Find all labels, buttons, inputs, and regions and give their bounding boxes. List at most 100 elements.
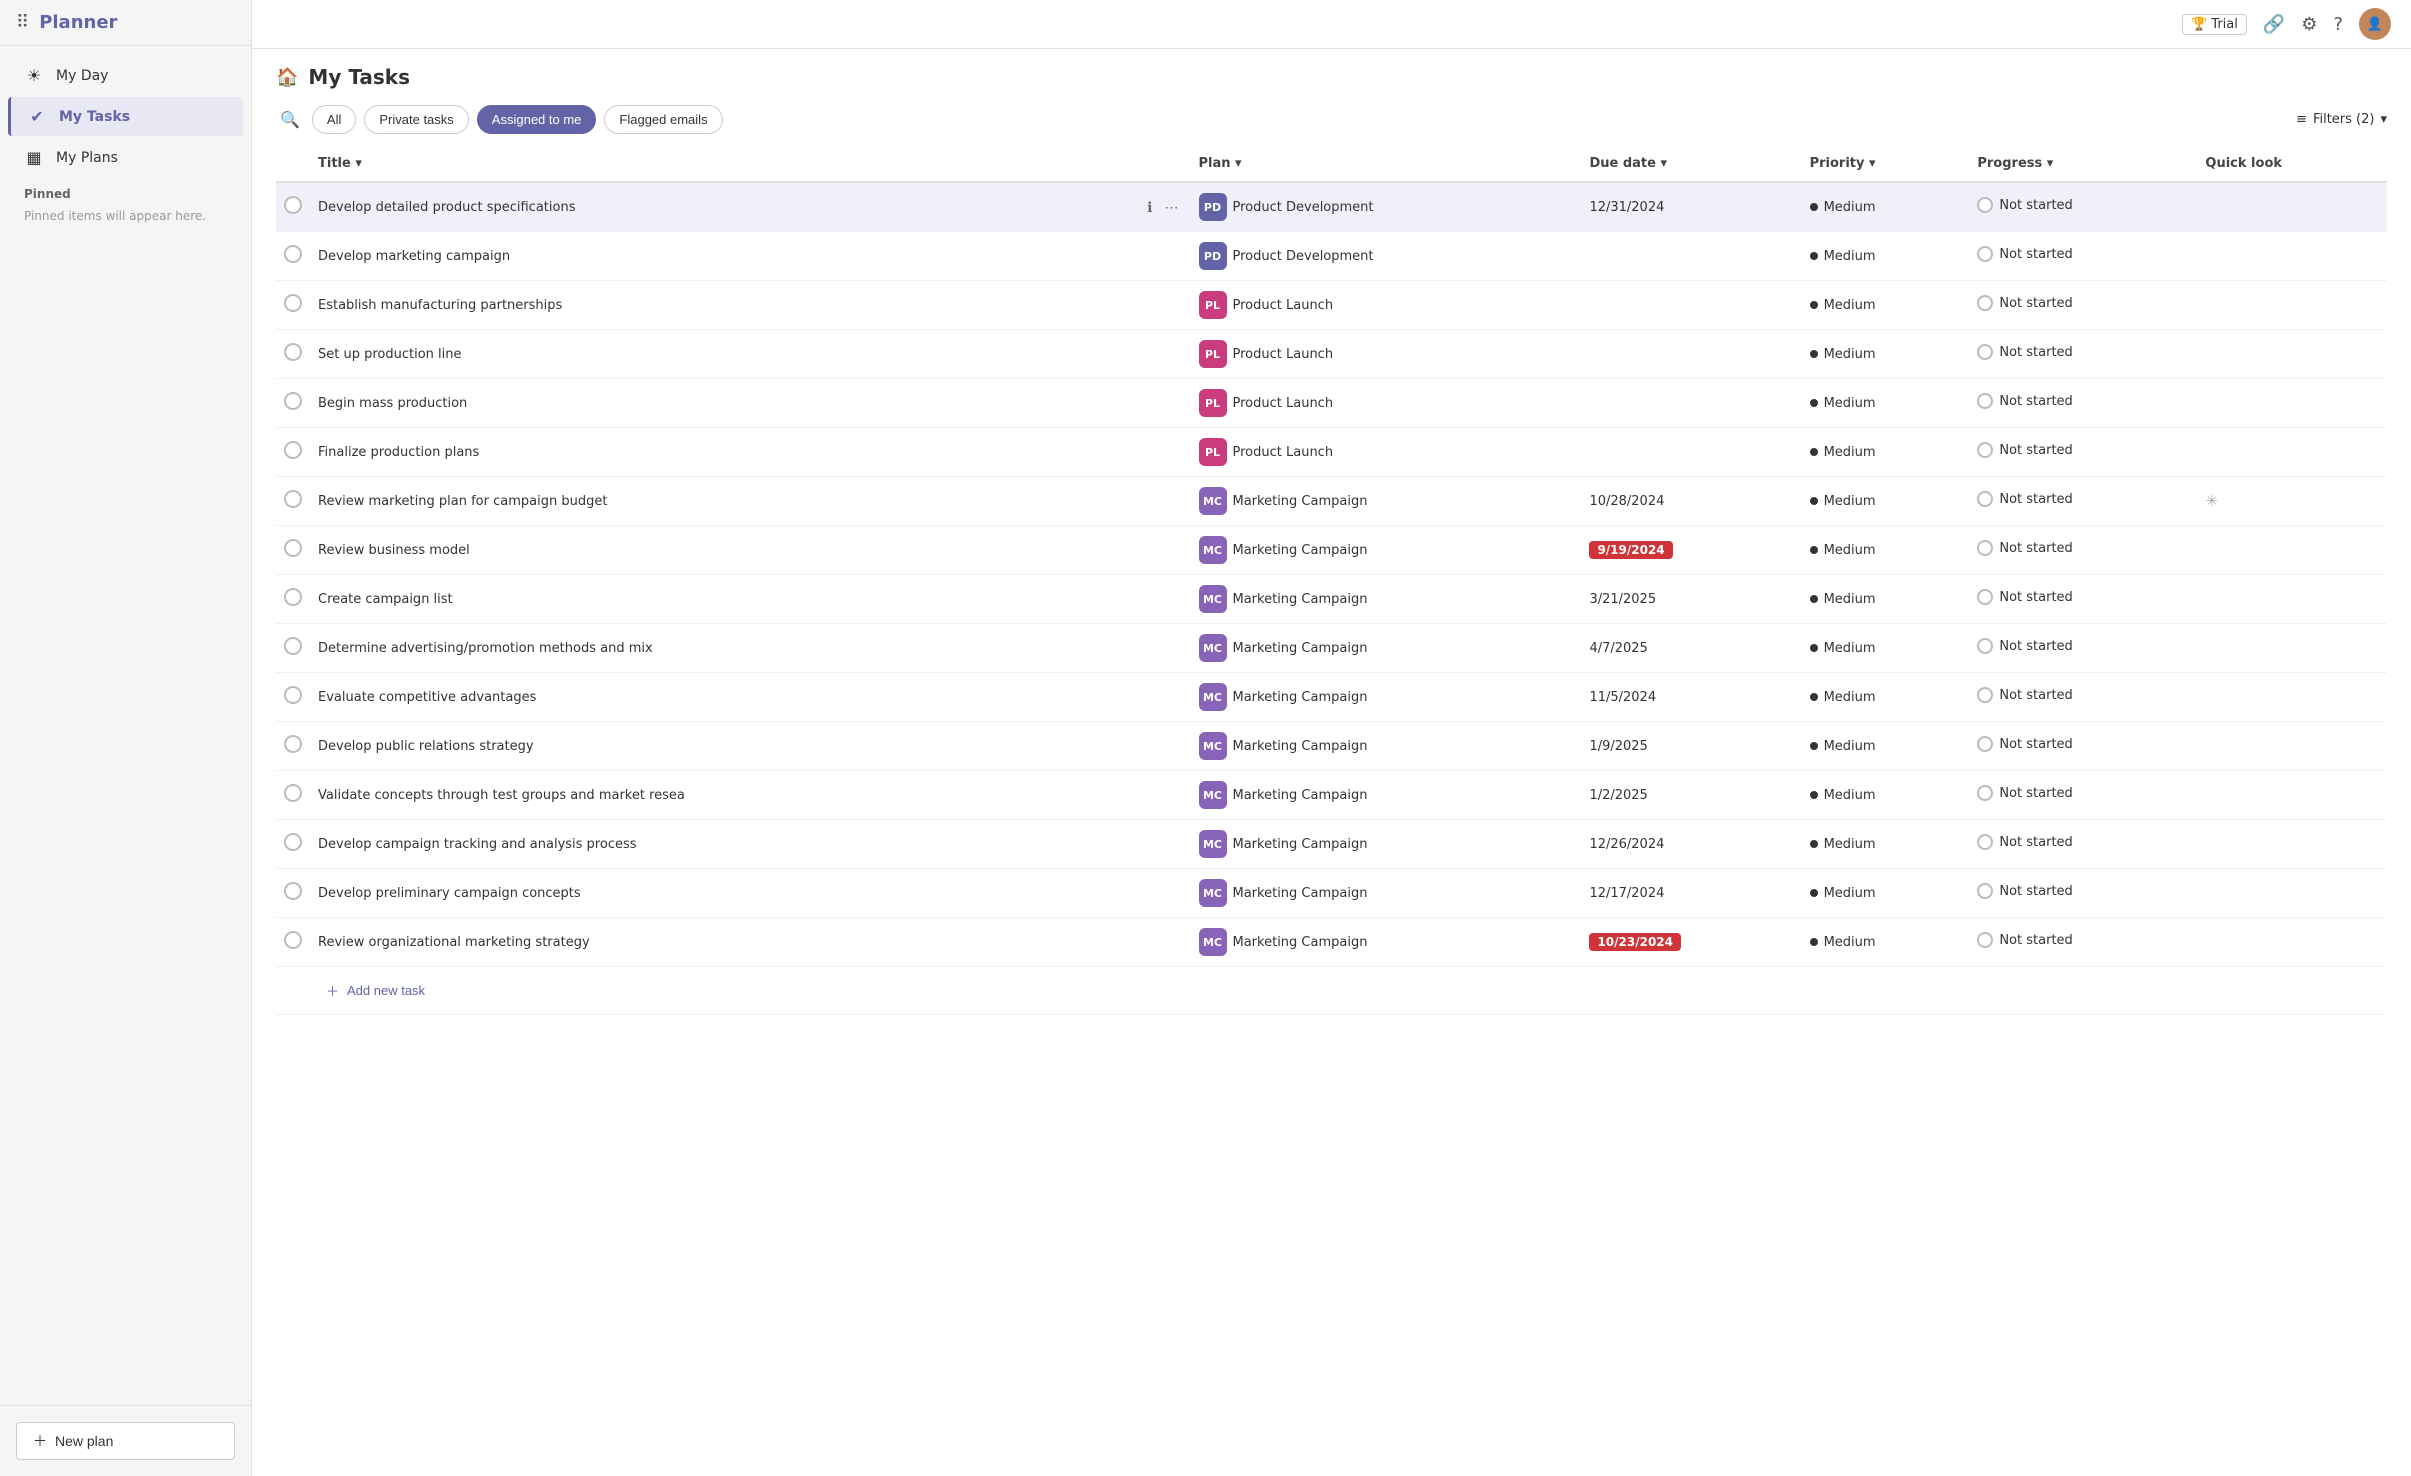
th-plan[interactable]: Plan ▾ <box>1191 146 1582 182</box>
priority-cell: Medium <box>1802 575 1970 624</box>
trial-badge[interactable]: 🏆 Trial <box>2182 14 2247 35</box>
filter-private-tasks-button[interactable]: Private tasks <box>364 105 468 134</box>
plan-label: Marketing Campaign <box>1233 592 1368 607</box>
th-title[interactable]: Title ▾ <box>310 146 1191 182</box>
task-checkbox[interactable] <box>284 392 302 410</box>
plan-label: Marketing Campaign <box>1233 641 1368 656</box>
overdue-badge: 9/19/2024 <box>1589 541 1672 559</box>
progress-icon <box>1977 393 1993 409</box>
th-progress[interactable]: Progress ▾ <box>1969 146 2197 182</box>
priority-dot <box>1810 938 1818 946</box>
plus-icon: ＋ <box>326 981 339 1000</box>
plan-label: Marketing Campaign <box>1233 886 1368 901</box>
progress-label: Not started <box>1999 688 2072 703</box>
priority-dot <box>1810 840 1818 848</box>
plan-label: Marketing Campaign <box>1233 739 1368 754</box>
due-date-cell: 1/2/2025 <box>1581 771 1801 820</box>
task-title: Develop public relations strategy <box>318 739 1135 754</box>
info-button[interactable]: ℹ <box>1143 197 1156 218</box>
progress-label: Not started <box>1999 884 2072 899</box>
due-date-cell: 9/19/2024 <box>1581 526 1801 575</box>
sidebar-item-my-day[interactable]: ☀ My Day <box>8 56 243 95</box>
priority-label: Medium <box>1824 592 1876 607</box>
quick-look-icon[interactable]: ✳ <box>2205 492 2218 510</box>
task-title: Establish manufacturing partnerships <box>318 298 1135 313</box>
settings-icon[interactable]: ⚙ <box>2301 14 2317 35</box>
progress-icon <box>1977 736 1993 752</box>
plan-label: Product Launch <box>1233 298 1334 313</box>
sidebar-item-label: My Plans <box>56 150 118 166</box>
task-checkbox[interactable] <box>284 539 302 557</box>
sidebar-item-my-tasks[interactable]: ✔ My Tasks <box>8 97 243 136</box>
task-title: Develop campaign tracking and analysis p… <box>318 837 1135 852</box>
priority-label: Medium <box>1824 935 1876 950</box>
priority-dot <box>1810 350 1818 358</box>
plan-cell: MCMarketing Campaign <box>1199 781 1574 809</box>
filter-assigned-to-me-button[interactable]: Assigned to me <box>477 105 597 134</box>
progress-icon <box>1977 932 1993 948</box>
quick-look-cell <box>2197 182 2387 232</box>
quick-look-cell <box>2197 526 2387 575</box>
filter-funnel-icon: ≡ <box>2296 112 2307 127</box>
plan-label: Product Development <box>1233 249 1374 264</box>
progress-label: Not started <box>1999 345 2072 360</box>
task-checkbox[interactable] <box>284 588 302 606</box>
table-row: Review organizational marketing strategy… <box>276 918 2387 967</box>
search-button[interactable]: 🔍 <box>276 106 304 134</box>
task-checkbox[interactable] <box>284 637 302 655</box>
task-checkbox[interactable] <box>284 294 302 312</box>
help-icon[interactable]: ? <box>2333 14 2343 35</box>
task-checkbox[interactable] <box>284 490 302 508</box>
priority-label: Medium <box>1824 690 1876 705</box>
overdue-badge: 10/23/2024 <box>1589 933 1681 951</box>
filters-dropdown[interactable]: ≡ Filters (2) ▾ <box>2296 112 2387 127</box>
th-priority[interactable]: Priority ▾ <box>1802 146 1970 182</box>
filter-all-button[interactable]: All <box>312 105 356 134</box>
progress-cell: Not started <box>1969 771 2197 820</box>
pinned-empty-info: Pinned items will appear here. <box>0 205 251 227</box>
avatar[interactable]: 👤 <box>2359 8 2391 40</box>
th-due-date[interactable]: Due date ▾ <box>1581 146 1801 182</box>
progress-icon <box>1977 540 1993 556</box>
plan-badge: MC <box>1199 830 1227 858</box>
priority-label: Medium <box>1824 641 1876 656</box>
filter-flagged-emails-button[interactable]: Flagged emails <box>604 105 722 134</box>
sidebar-item-label: My Tasks <box>59 109 130 125</box>
plan-label: Product Launch <box>1233 347 1334 362</box>
progress-cell: Not started <box>1969 330 2197 379</box>
task-checkbox[interactable] <box>284 833 302 851</box>
my-tasks-icon: 🏠 <box>276 67 298 88</box>
sidebar-nav: ☀ My Day ✔ My Tasks ▦ My Plans Pinned Pi… <box>0 46 251 1405</box>
plan-cell: MCMarketing Campaign <box>1199 732 1574 760</box>
more-button[interactable]: ⋯ <box>1161 197 1183 218</box>
task-checkbox[interactable] <box>284 441 302 459</box>
share-icon[interactable]: 🔗 <box>2263 14 2285 35</box>
quick-look-cell <box>2197 281 2387 330</box>
plan-badge: PD <box>1199 193 1227 221</box>
plan-badge: MC <box>1199 781 1227 809</box>
priority-label: Medium <box>1824 298 1876 313</box>
task-table-container[interactable]: Title ▾ Plan ▾ Due date ▾ Priority ▾ Pro… <box>252 146 2411 1476</box>
filter-bar: 🔍 All Private tasks Assigned to me Flagg… <box>252 97 2411 146</box>
sidebar-item-my-plans[interactable]: ▦ My Plans <box>8 138 243 177</box>
task-checkbox[interactable] <box>284 735 302 753</box>
task-checkbox[interactable] <box>284 686 302 704</box>
task-checkbox[interactable] <box>284 343 302 361</box>
sidebar-bottom: ＋ New plan <box>0 1405 251 1476</box>
priority-label: Medium <box>1824 543 1876 558</box>
plan-cell: PDProduct Development <box>1199 242 1574 270</box>
add-new-task-button[interactable]: ＋ Add new task <box>318 977 433 1004</box>
app-grid-icon[interactable]: ⠿ <box>16 12 29 33</box>
progress-label: Not started <box>1999 737 2072 752</box>
progress-cell: Not started <box>1969 379 2197 428</box>
task-checkbox[interactable] <box>284 196 302 214</box>
progress-icon <box>1977 295 1993 311</box>
plan-cell: PDProduct Development <box>1199 193 1574 221</box>
quick-look-cell <box>2197 330 2387 379</box>
task-checkbox[interactable] <box>284 784 302 802</box>
task-checkbox[interactable] <box>284 245 302 263</box>
task-checkbox[interactable] <box>284 882 302 900</box>
new-plan-button[interactable]: ＋ New plan <box>16 1422 235 1460</box>
pinned-section-label: Pinned <box>0 179 251 205</box>
task-checkbox[interactable] <box>284 931 302 949</box>
